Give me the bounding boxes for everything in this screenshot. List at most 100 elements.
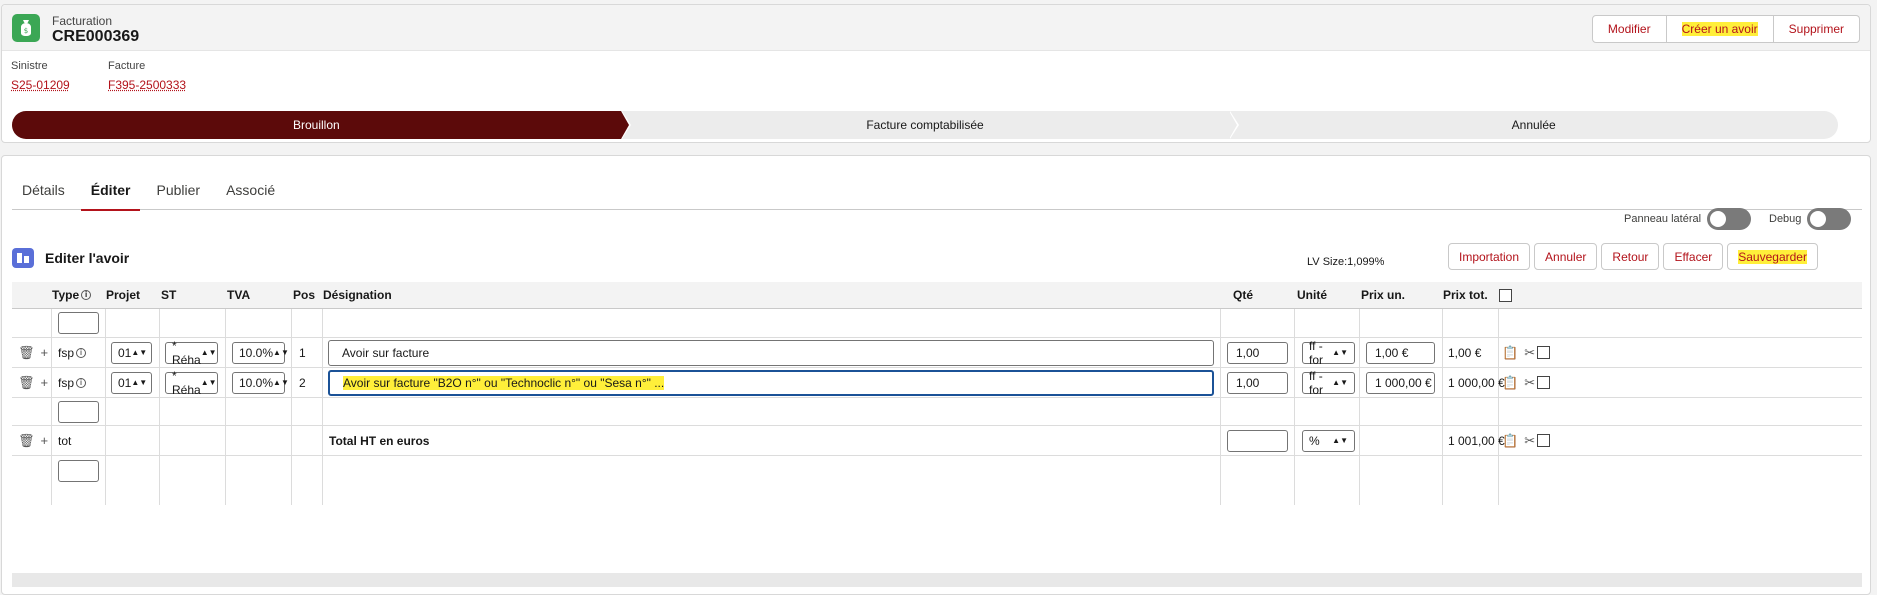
col-header-designation: Désignation	[323, 288, 392, 302]
importation-button[interactable]: Importation	[1448, 243, 1531, 270]
trash-icon[interactable]: 🗑	[18, 345, 35, 361]
effacer-button[interactable]: Effacer	[1663, 243, 1724, 270]
unite-select[interactable]: ff - for ▲▼	[1302, 369, 1355, 397]
editor-actions: Importation Annuler Retour Effacer Sauve…	[1448, 243, 1818, 270]
creer-avoir-label: Créer un avoir	[1681, 22, 1758, 36]
prix-un-input[interactable]: 1 000,00 €	[1366, 371, 1435, 394]
svg-text:$: $	[24, 27, 28, 35]
table-row-total: 🗑 + tot Total HT en euros % ▲▼ 1 001,00 € …	[12, 426, 1862, 456]
scissors-icon[interactable]: ✂	[1524, 375, 1535, 391]
tva-select[interactable]: 10.0% ▲▼	[232, 341, 289, 364]
table-row: 🗑 + fsp i 01 ▲▼ * Réha ▲▼ 10.0% ▲▼ 1 Avoir su…	[12, 338, 1862, 368]
new-type-input[interactable]	[58, 460, 99, 482]
path-step-label: Brouillon	[292, 118, 340, 132]
designation-input[interactable]: Avoir sur facture	[328, 339, 1214, 366]
row-prix-tot: 1,00 €	[1448, 345, 1482, 360]
table-row-empty	[12, 398, 1862, 426]
list-icon	[12, 248, 34, 268]
supprimer-button[interactable]: Supprimer	[1773, 15, 1860, 43]
info-icon[interactable]: i	[76, 377, 87, 388]
creer-avoir-button[interactable]: Créer un avoir	[1666, 15, 1774, 43]
field-facture: Facture F395-2500333	[108, 60, 186, 92]
tab-details[interactable]: Détails	[12, 170, 75, 210]
path-step-comptabilisee[interactable]: Facture comptabilisée	[620, 111, 1240, 139]
clipboard-icon[interactable]: 📋	[1502, 375, 1518, 391]
qte-input[interactable]: 1,00	[1227, 371, 1288, 394]
total-qte-input[interactable]	[1227, 429, 1288, 452]
path-step-annulee[interactable]: Annulée	[1229, 111, 1839, 139]
header-top-bar: $ Facturation CRE000369 Modifier Créer u…	[2, 5, 1870, 51]
col-header-qte: Qté	[1233, 288, 1254, 302]
annuler-button[interactable]: Annuler	[1534, 243, 1598, 270]
path-step-label: Annulée	[1511, 118, 1556, 132]
object-type-label: Facturation	[52, 14, 113, 28]
table-row: 🗑 + fsp i 01 ▲▼ * Réha ▲▼ 10.0% ▲▼ 2 Avoir su…	[12, 368, 1862, 398]
section-title: Editer l'avoir	[45, 250, 130, 266]
trash-icon[interactable]: 🗑	[18, 433, 35, 449]
tab-associe[interactable]: Associé	[216, 170, 285, 210]
record-header: $ Facturation CRE000369 Modifier Créer u…	[1, 4, 1871, 143]
field-label: Facture	[108, 60, 146, 72]
st-select[interactable]: * Réha ▲▼	[165, 339, 218, 367]
row-type: fsp	[58, 375, 75, 390]
scissors-icon[interactable]: ✂	[1524, 433, 1535, 449]
debug-toggle[interactable]	[1807, 208, 1852, 230]
header-button-group: Modifier Créer un avoir Supprimer	[1591, 15, 1860, 43]
path-step-label: Facture comptabilisée	[866, 118, 984, 132]
modifier-button[interactable]: Modifier	[1591, 15, 1667, 43]
sinistre-link[interactable]: S25-01209	[11, 78, 70, 92]
row-checkbox[interactable]	[1537, 346, 1551, 359]
st-select[interactable]: * Réha ▲▼	[165, 369, 218, 397]
designation-input-focused[interactable]: Avoir sur facture "B2O n°" ou "Technocli…	[328, 369, 1214, 396]
retour-button[interactable]: Retour	[1601, 243, 1660, 270]
table-footer-band	[12, 573, 1862, 587]
info-icon[interactable]: i	[81, 290, 92, 300]
new-type-input[interactable]	[58, 312, 99, 334]
new-type-input[interactable]	[58, 400, 99, 423]
qte-input[interactable]: 1,00	[1227, 341, 1288, 364]
side-panel-label: Panneau latéral	[1624, 213, 1702, 225]
table-row-empty	[12, 309, 1862, 338]
row-type: tot	[58, 433, 72, 448]
plus-icon[interactable]: +	[41, 433, 49, 448]
col-header-projet: Projet	[106, 288, 141, 302]
projet-select[interactable]: 01 ▲▼	[111, 341, 152, 364]
debug-label: Debug	[1769, 213, 1802, 225]
tab-publier[interactable]: Publier	[146, 170, 210, 210]
debug-toggle-group: Debug	[1769, 208, 1852, 230]
scissors-icon[interactable]: ✂	[1524, 345, 1535, 361]
clipboard-icon[interactable]: 📋	[1502, 433, 1518, 449]
info-icon[interactable]: i	[76, 347, 87, 358]
field-sinistre: Sinistre S25-01209	[11, 60, 70, 92]
trash-icon[interactable]: 🗑	[18, 375, 35, 391]
col-header-prix-tot: Prix tot.	[1443, 288, 1488, 302]
status-path: Brouillon Facture comptabilisée Annulée	[12, 111, 1839, 139]
side-panel-toggle[interactable]	[1707, 208, 1752, 230]
table-row-empty	[12, 456, 1862, 486]
total-label: Total HT en euros	[329, 433, 430, 448]
tab-bar: Détails Éditer Publier Associé	[12, 170, 1862, 211]
projet-select[interactable]: 01 ▲▼	[111, 371, 152, 394]
clipboard-icon[interactable]: 📋	[1502, 345, 1518, 361]
plus-icon[interactable]: +	[41, 345, 49, 360]
money-bag-icon: $	[12, 14, 40, 42]
side-panel-toggle-group: Panneau latéral	[1624, 208, 1752, 230]
prix-un-input[interactable]: 1,00 €	[1366, 341, 1435, 364]
lv-size-readout: LV Size:1,099%	[1307, 256, 1385, 268]
facture-link[interactable]: F395-2500333	[108, 78, 186, 92]
tva-select[interactable]: 10.0% ▲▼	[232, 371, 289, 394]
sauvegarder-label: Sauvegarder	[1738, 249, 1807, 264]
select-all-checkbox[interactable]	[1499, 288, 1512, 302]
col-header-type: Type i	[52, 282, 92, 308]
total-unite-select[interactable]: % ▲▼	[1302, 429, 1355, 452]
row-checkbox[interactable]	[1537, 434, 1551, 447]
path-step-brouillon[interactable]: Brouillon	[12, 111, 631, 139]
sauvegarder-button[interactable]: Sauvegarder	[1727, 243, 1818, 270]
row-checkbox[interactable]	[1537, 376, 1551, 389]
table-header-row: Type i Projet ST TVA Pos Désignation Qté …	[12, 282, 1862, 309]
plus-icon[interactable]: +	[41, 375, 49, 390]
tab-editer[interactable]: Éditer	[80, 170, 141, 211]
designation-text: Avoir sur facture "B2O n°" ou "Technocli…	[343, 375, 665, 390]
unite-select[interactable]: ff - for ▲▼	[1302, 339, 1355, 367]
row-pos: 1	[299, 345, 306, 360]
